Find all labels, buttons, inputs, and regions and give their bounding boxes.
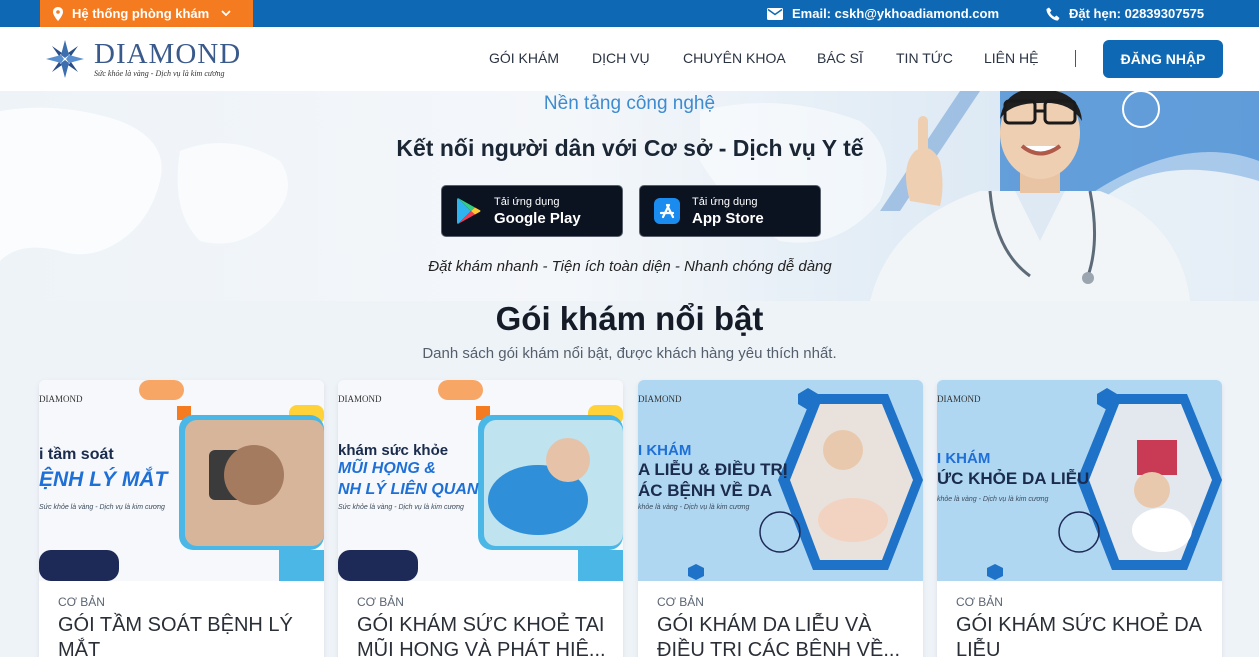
- image-headline-3: NH LÝ LIÊN QUAN: [338, 481, 479, 498]
- package-image: DIAMOND I KHÁM ỨC KHỎE DA LIỄU khỏe là v…: [937, 380, 1222, 581]
- featured-packages-title: Gói khám nổi bật: [495, 300, 764, 337]
- image-slogan: khỏe là vàng - Dịch vụ là kim cương: [937, 496, 1049, 503]
- app-store-button[interactable]: Tải ứng dụng App Store: [639, 185, 821, 237]
- top-bar: Hệ thống phòng khám Email: cskh@ykhoadia…: [0, 0, 1259, 27]
- image-slogan: Sức khỏe là vàng - Dịch vụ là kim cương: [338, 504, 464, 511]
- phone-text: Đặt hẹn: 02839307575: [1069, 6, 1205, 21]
- package-category: CƠ BẢN: [357, 595, 404, 609]
- image-headline-2: ỨC KHỎE DA LIỄU: [937, 469, 1090, 488]
- google-play-small: Tải ứng dụng: [494, 195, 560, 208]
- email-text: Email: cskh@ykhoadiamond.com: [792, 6, 1000, 21]
- package-image: DIAMOND i tầm soát ỆNH LÝ MẮT Sức khỏe l…: [39, 380, 324, 581]
- login-button[interactable]: ĐĂNG NHẬP: [1103, 40, 1223, 78]
- app-store-small: Tải ứng dụng: [692, 195, 758, 208]
- image-brand: DIAMOND: [338, 394, 382, 404]
- phone-contact[interactable]: Đặt hẹn: 02839307575: [1046, 0, 1204, 27]
- phone-icon: [1046, 7, 1060, 21]
- image-headline-1: I KHÁM: [638, 442, 692, 459]
- hero-subtitle: Nền tảng công nghệ: [543, 93, 716, 114]
- image-slogan: Sức khỏe là vàng - Dịch vụ là kim cương: [39, 504, 165, 511]
- image-headline-1: khám sức khỏe: [338, 442, 449, 459]
- image-brand: DIAMOND: [937, 394, 981, 404]
- nav-lien-he[interactable]: LIÊN HỆ: [984, 50, 1038, 66]
- logo-name: DIAMOND: [94, 38, 242, 70]
- image-headline-1: i tầm soát: [39, 446, 114, 463]
- package-card-derm-checkup[interactable]: DIAMOND I KHÁM ỨC KHỎE DA LIỄU khỏe là v…: [937, 380, 1222, 657]
- clinic-select-label: Hệ thống phòng khám: [72, 6, 210, 21]
- diamond-logo[interactable]: DIAMOND Sức khỏe là vàng - Dịch vụ là ki…: [44, 37, 241, 81]
- image-headline-2: A LIỄU & ĐIỀU TRỊ: [638, 460, 788, 479]
- nav-divider: [1075, 50, 1076, 67]
- package-category: CƠ BẢN: [657, 595, 704, 609]
- package-image: DIAMOND I KHÁM A LIỄU & ĐIỀU TRỊ ÁC BỆNH…: [638, 380, 923, 581]
- email-contact[interactable]: Email: cskh@ykhoadiamond.com: [767, 0, 999, 27]
- image-headline-2: MŨI HỌNG &: [338, 460, 436, 477]
- app-store-icon: [654, 198, 680, 224]
- package-card-derm-treatment[interactable]: DIAMOND I KHÁM A LIỄU & ĐIỀU TRỊ ÁC BỆNH…: [638, 380, 923, 657]
- nav-goi-kham[interactable]: GÓI KHÁM: [489, 50, 559, 66]
- image-brand: DIAMOND: [39, 394, 83, 404]
- package-title[interactable]: GÓI KHÁM DA LIỄU VÀ ĐIỀU TRỊ CÁC BỆNH VỀ…: [657, 613, 912, 657]
- nav-chuyen-khoa[interactable]: CHUYÊN KHOA: [683, 50, 786, 66]
- clinic-system-dropdown[interactable]: Hệ thống phòng khám: [40, 0, 253, 27]
- image-headline-3: ÁC BỆNH VỀ DA: [638, 481, 773, 500]
- package-title[interactable]: GÓI TẦM SOÁT BỆNH LÝ MẮT: [58, 613, 313, 657]
- package-image: DIAMOND khám sức khỏe MŨI HỌNG & NH LÝ L…: [338, 380, 623, 581]
- nav-tin-tuc[interactable]: TIN TỨC: [896, 50, 953, 66]
- logo-slogan: Sức khỏe là vàng - Dịch vụ là kim cương: [94, 69, 225, 78]
- image-headline-1: I KHÁM: [937, 450, 991, 467]
- google-play-icon: [457, 198, 481, 224]
- hero-title: Kết nối người dân với Cơ sở - Dịch vụ Y …: [396, 135, 864, 161]
- featured-packages-subtitle: Danh sách gói khám nổi bật, được khách h…: [422, 345, 837, 362]
- nav-bac-si[interactable]: BÁC SĨ: [817, 50, 863, 66]
- package-title[interactable]: GÓI KHÁM SỨC KHOẺ TAI MŨI HỌNG VÀ PHÁT H…: [357, 613, 612, 657]
- package-card-eye[interactable]: DIAMOND i tầm soát ỆNH LÝ MẮT Sức khỏe l…: [39, 380, 324, 657]
- mail-icon: [767, 7, 783, 20]
- location-pin-icon: [53, 6, 63, 21]
- image-slogan: khỏe là vàng - Dịch vụ là kim cương: [638, 504, 750, 511]
- hero-banner: Nền tảng công nghệ Kết nối người dân với…: [0, 91, 1259, 301]
- package-category: CƠ BẢN: [58, 595, 105, 609]
- google-play-big: Google Play: [494, 209, 581, 227]
- google-play-button[interactable]: Tải ứng dụng Google Play: [441, 185, 623, 237]
- package-title[interactable]: GÓI KHÁM SỨC KHOẺ DA LIỄU: [956, 613, 1211, 657]
- hero-tagline: Đặt khám nhanh - Tiện ích toàn diện - Nh…: [428, 258, 832, 275]
- image-headline-2: ỆNH LÝ MẮT: [39, 468, 168, 491]
- image-brand: DIAMOND: [638, 394, 682, 404]
- site-header: DIAMOND Sức khỏe là vàng - Dịch vụ là ki…: [0, 27, 1259, 91]
- package-category: CƠ BẢN: [956, 595, 1003, 609]
- chevron-down-icon: [221, 10, 231, 17]
- package-card-ent[interactable]: DIAMOND khám sức khỏe MŨI HỌNG & NH LÝ L…: [338, 380, 623, 657]
- diamond-logo-icon: [46, 40, 84, 78]
- nav-dich-vu[interactable]: DỊCH VỤ: [592, 50, 650, 66]
- app-store-big: App Store: [692, 209, 764, 227]
